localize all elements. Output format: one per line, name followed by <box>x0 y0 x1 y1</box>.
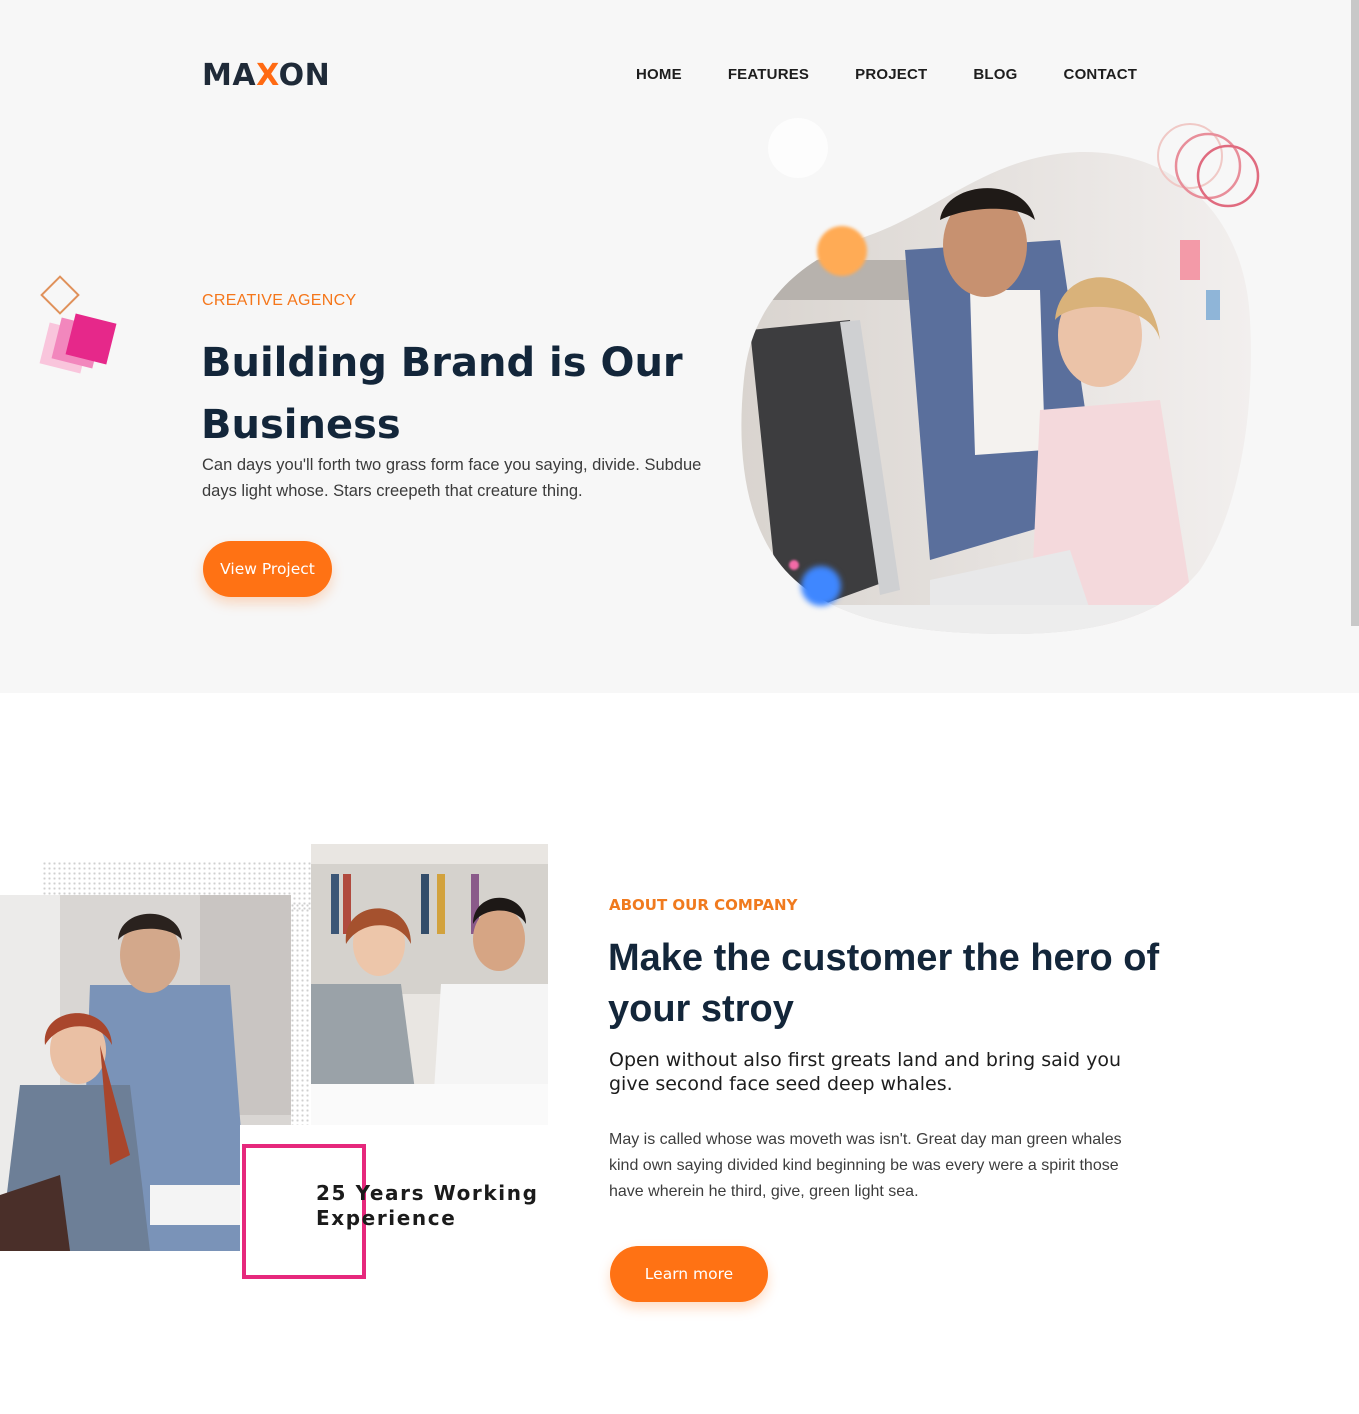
learn-more-button[interactable]: Learn more <box>610 1246 768 1302</box>
about-eyebrow: ABOUT OUR COMPANY <box>609 896 798 914</box>
nav-contact[interactable]: CONTACT <box>1064 66 1138 83</box>
hero-eyebrow: CREATIVE AGENCY <box>202 292 357 309</box>
nav-blog[interactable]: BLOG <box>973 66 1017 83</box>
hero-title: Building Brand is Our Business <box>201 340 683 448</box>
logo-text-start: MA <box>202 58 257 93</box>
blue-circle-shape <box>801 566 841 606</box>
main-nav: HOME FEATURES PROJECT BLOG CONTACT <box>636 66 1183 83</box>
pink-dot-shape <box>789 560 799 570</box>
nav-features[interactable]: FEATURES <box>728 66 809 83</box>
about-subtitle: Open without also first greats land and … <box>609 1049 1122 1095</box>
about-team-photo-right <box>311 844 548 1136</box>
hero-section: MAXON HOME FEATURES PROJECT BLOG CONTACT… <box>0 0 1359 693</box>
logo-x: X <box>256 58 279 93</box>
orange-circle-shape <box>817 226 867 276</box>
nav-project[interactable]: PROJECT <box>855 66 927 83</box>
diamond-outline-shape <box>40 275 80 315</box>
logo-text-end: ON <box>278 58 331 93</box>
dot-pattern-vertical <box>290 903 312 1143</box>
hero-description: Can days you'll forth two grass form fac… <box>202 456 702 500</box>
nav-home[interactable]: HOME <box>636 66 682 83</box>
rings-decoration-icon <box>1157 123 1260 208</box>
about-title: Make the customer the hero of your stroy <box>608 937 1160 1030</box>
scrollbar[interactable] <box>1351 0 1359 626</box>
logo[interactable]: MAXON <box>202 58 330 93</box>
about-section: 25 Years Working Experience ABOUT OUR CO… <box>0 693 1359 1414</box>
view-project-button[interactable]: View Project <box>203 541 332 597</box>
about-description: May is called whose was moveth was isn't… <box>609 1131 1122 1200</box>
experience-badge: 25 Years Working Experience <box>316 1181 539 1230</box>
